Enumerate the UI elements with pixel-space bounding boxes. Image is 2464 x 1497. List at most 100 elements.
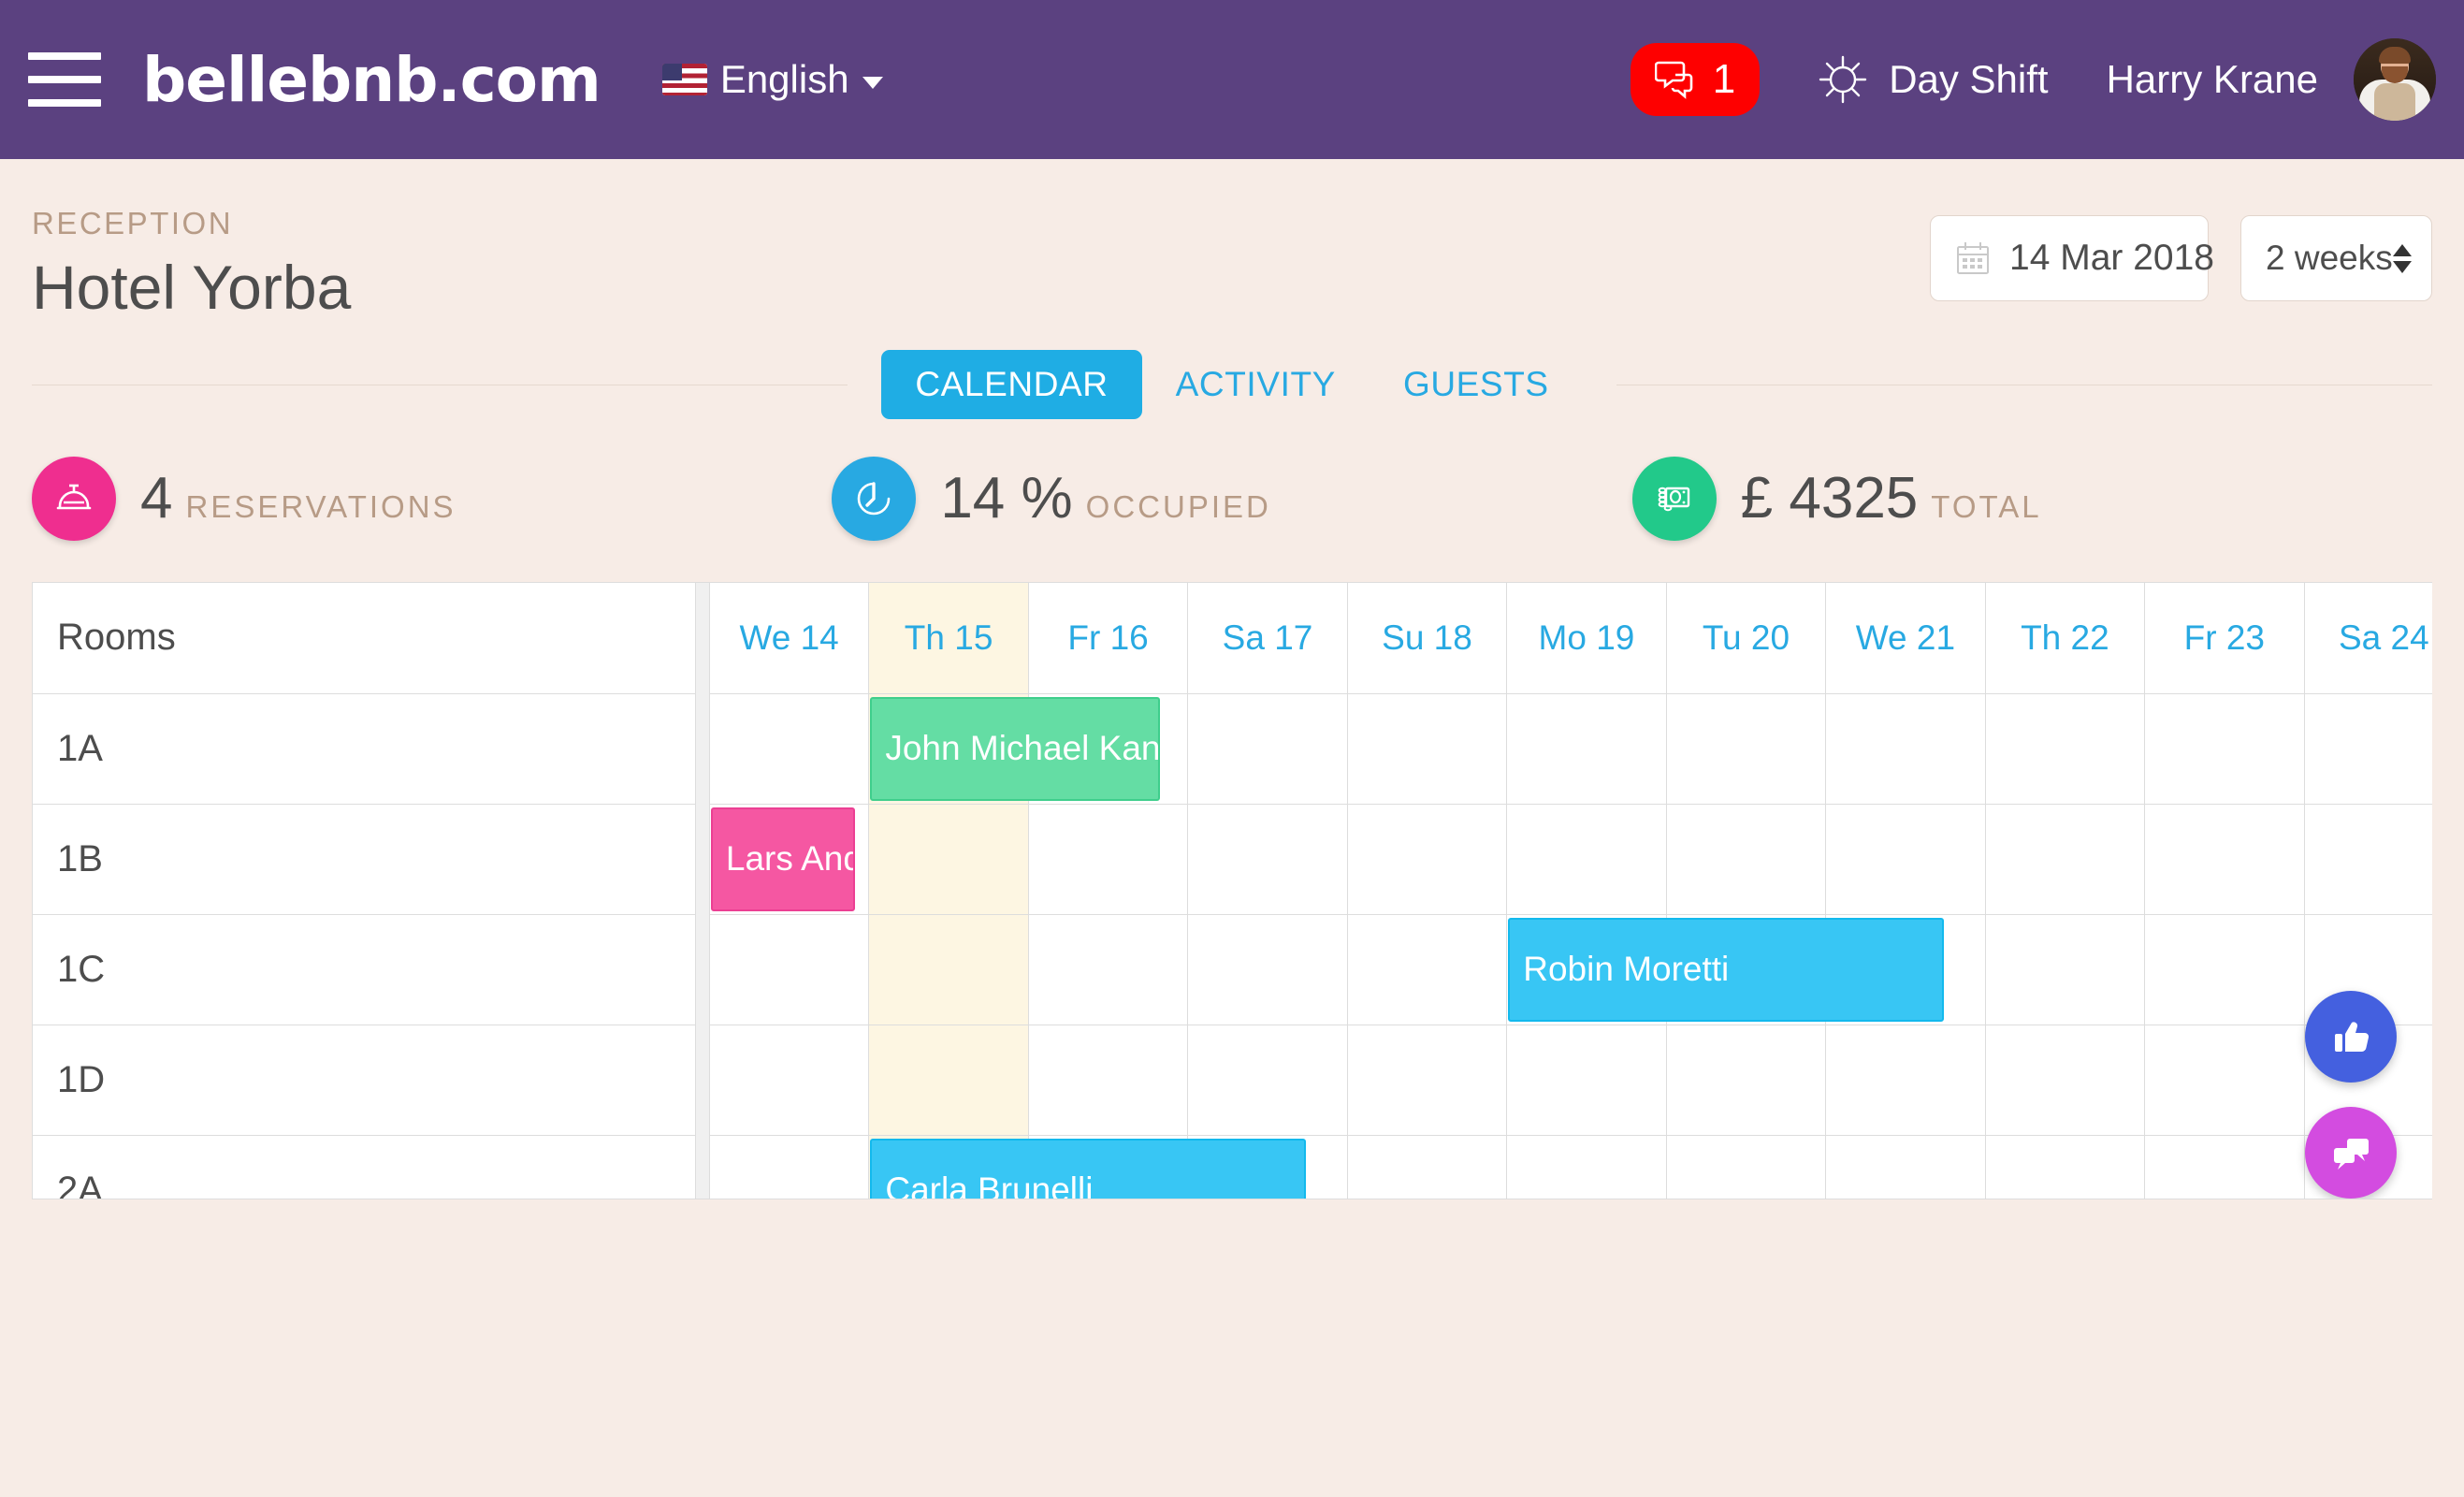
calendar-cell[interactable] (1825, 1024, 1986, 1136)
tab-activity[interactable]: ACTIVITY (1142, 350, 1370, 419)
hamburger-menu-icon[interactable] (28, 52, 101, 107)
day-column-header[interactable]: Fr 23 (2144, 583, 2305, 694)
page-title: Hotel Yorba (32, 253, 352, 322)
thumbs-up-button[interactable] (2305, 991, 2397, 1083)
calendar-cell[interactable] (1187, 803, 1348, 915)
calendar-cell[interactable] (2144, 1134, 2305, 1199)
calendar-cell[interactable] (1825, 803, 1986, 915)
calendar-cell[interactable] (1346, 1024, 1508, 1136)
calendar-cell[interactable] (1346, 1134, 1508, 1199)
table-row: 1BLars Andersen (33, 803, 2432, 915)
calendar-cell[interactable] (2144, 913, 2305, 1025)
stat-text: £ 4325 TOTAL (1741, 470, 2042, 528)
calendar-cell[interactable] (1027, 913, 1189, 1025)
reservation-bar[interactable]: Lars Andersen (710, 807, 855, 911)
calendar-cell[interactable] (708, 1024, 870, 1136)
calendar-cell[interactable] (1984, 803, 2146, 915)
stat-value: 14 % (940, 466, 1073, 530)
day-column-header[interactable]: Th 22 (1984, 583, 2146, 694)
day-column-header[interactable]: Su 18 (1346, 583, 1508, 694)
day-column-header[interactable]: We 14 (708, 583, 870, 694)
calendar-cell[interactable] (1346, 692, 1508, 805)
calendar-cell[interactable] (1665, 692, 1827, 805)
calendar-cell[interactable] (708, 692, 870, 805)
day-column-header[interactable]: Sa 24 (2303, 583, 2432, 694)
calendar-cell[interactable] (1825, 692, 1986, 805)
language-selector[interactable]: English (661, 57, 883, 102)
calendar-cell[interactable] (1187, 1024, 1348, 1136)
calendar-cell[interactable] (868, 913, 1029, 1025)
calendar-cell[interactable] (1187, 913, 1348, 1025)
day-column-header[interactable]: Fr 16 (1027, 583, 1189, 694)
calendar-cell[interactable]: Carla Brunelli (868, 1134, 1307, 1199)
brand-logo[interactable]: bellebnb.com (142, 44, 602, 116)
calendar-grid[interactable]: Rooms We 14 Th 15 Fr 16 Sa 17 Su 18 Mo 19 Tu 2… (32, 582, 2432, 1199)
calendar-cell[interactable] (1984, 1134, 2146, 1199)
calendar-cell[interactable] (1665, 1024, 1827, 1136)
calendar-cell[interactable] (2144, 803, 2305, 915)
calendar-cell[interactable] (708, 913, 870, 1025)
calendar-cell[interactable] (1665, 1134, 1827, 1199)
calendar-cell[interactable] (868, 1024, 1029, 1136)
tab-calendar[interactable]: CALENDAR (881, 350, 1142, 419)
room-label[interactable]: 1B (33, 803, 696, 915)
day-column-header[interactable]: Tu 20 (1665, 583, 1827, 694)
stat-label: RESERVATIONS (185, 489, 457, 524)
calendar-cell[interactable] (1506, 1134, 1667, 1199)
calendar-cell[interactable] (2144, 1024, 2305, 1136)
calendar-cell[interactable] (1187, 692, 1348, 805)
calendar-cell[interactable] (2303, 692, 2432, 805)
day-column-header[interactable]: Sa 17 (1187, 583, 1348, 694)
reservation-bar[interactable]: Carla Brunelli (870, 1138, 1307, 1199)
column-separator (694, 1135, 710, 1199)
user-name[interactable]: Harry Krane (2107, 57, 2318, 102)
calendar-cell[interactable]: Lars Andersen (708, 803, 870, 915)
column-separator (694, 1025, 710, 1135)
calendar-cell[interactable] (1346, 803, 1508, 915)
calendar-cell[interactable] (1346, 913, 1508, 1025)
calendar-cell[interactable] (1506, 1024, 1667, 1136)
shift-selector[interactable]: Day Shift (1818, 54, 2049, 105)
hamburger-line (28, 76, 101, 83)
tab-guests[interactable]: GUESTS (1370, 350, 1583, 419)
day-column-header[interactable]: Mo 19 (1506, 583, 1667, 694)
room-label[interactable]: 1A (33, 692, 696, 805)
calendar-cell[interactable] (708, 1134, 870, 1199)
rooms-column-header: Rooms (33, 583, 696, 694)
calendar-header-row: Rooms We 14 Th 15 Fr 16 Sa 17 Su 18 Mo 19 Tu 2… (33, 583, 2432, 694)
day-column-header[interactable]: Th 15 (868, 583, 1029, 694)
calendar-cell[interactable] (1665, 803, 1827, 915)
column-separator (694, 693, 710, 804)
calendar-cell[interactable]: Robin Moretti (1506, 913, 1945, 1025)
calendar-cell[interactable] (1506, 692, 1667, 805)
calendar-cell[interactable]: John Michael Kane (868, 692, 1161, 805)
day-column-header[interactable]: We 21 (1825, 583, 1986, 694)
room-label[interactable]: 1D (33, 1024, 696, 1136)
column-separator (694, 583, 710, 693)
chat-bubbles-icon (1654, 61, 1693, 99)
room-label[interactable]: 2A (33, 1134, 696, 1199)
reservation-bar[interactable]: John Michael Kane (870, 696, 1161, 801)
stat-value: 4 (140, 466, 173, 530)
calendar-cell[interactable] (1027, 1024, 1189, 1136)
reservation-bar[interactable]: Robin Moretti (1508, 917, 1945, 1022)
calendar-cell[interactable] (2144, 692, 2305, 805)
calendar-cell[interactable] (1825, 1134, 1986, 1199)
room-label[interactable]: 1C (33, 913, 696, 1025)
avatar[interactable] (2354, 38, 2436, 121)
calendar-cell[interactable] (1984, 913, 2146, 1025)
calendar-cell[interactable] (1984, 692, 2146, 805)
breadcrumb: RECEPTION (32, 206, 234, 240)
money-icon (1631, 457, 1717, 541)
topbar-right-group: 1 Day Shift Harry Krane (1630, 38, 2436, 121)
chat-button[interactable] (2305, 1107, 2397, 1199)
calendar-cell[interactable] (1027, 803, 1189, 915)
date-picker[interactable]: 14 Mar 2018 (1930, 215, 2214, 301)
calendar-cell[interactable] (2303, 803, 2432, 915)
calendar-cell[interactable] (868, 803, 1029, 915)
messages-button[interactable]: 1 (1630, 43, 1761, 116)
calendar-cell[interactable] (1984, 1024, 2146, 1136)
range-select[interactable]: 2 weeks (2240, 215, 2432, 301)
calendar-cell[interactable] (1506, 803, 1667, 915)
chevron-down-icon (862, 77, 883, 89)
